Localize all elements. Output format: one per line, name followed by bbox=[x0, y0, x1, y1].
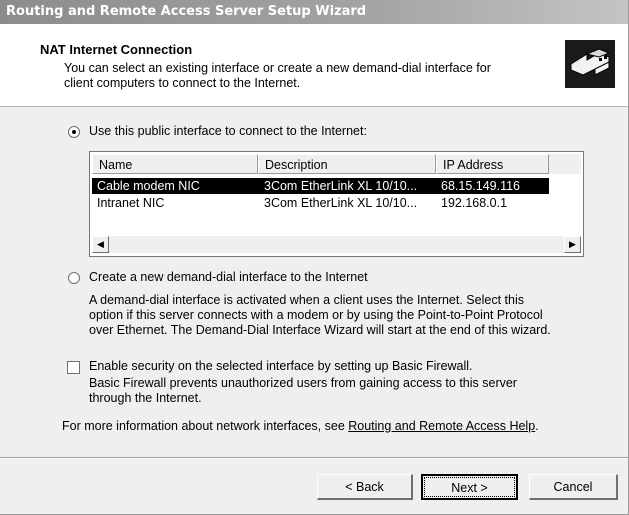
use-public-interface-radio[interactable] bbox=[68, 126, 80, 138]
back-button[interactable]: < Back bbox=[317, 474, 413, 500]
firewall-description-line2: through the Internet. bbox=[89, 391, 202, 405]
page-subtitle-line1: You can select an existing interface or … bbox=[64, 61, 491, 75]
scroll-right-icon[interactable]: ▶ bbox=[564, 236, 581, 253]
window-title: Routing and Remote Access Server Setup W… bbox=[6, 4, 367, 19]
interface-name: Intranet NIC bbox=[97, 196, 165, 210]
demand-dial-description-line1: A demand-dial interface is activated whe… bbox=[89, 293, 524, 307]
interface-list[interactable]: Name Description IP Address Cable modem … bbox=[89, 151, 584, 257]
title-bar[interactable]: Routing and Remote Access Server Setup W… bbox=[0, 0, 628, 24]
demand-dial-description-line2: option if this server connects with a mo… bbox=[89, 308, 543, 322]
more-info-text: For more information about network inter… bbox=[62, 419, 539, 433]
enable-basic-firewall-label[interactable]: Enable security on the selected interfac… bbox=[89, 359, 473, 373]
button-separator bbox=[0, 457, 628, 459]
enable-basic-firewall-checkbox[interactable] bbox=[67, 361, 80, 374]
column-header-description[interactable]: Description bbox=[258, 154, 436, 174]
interface-row-intranet[interactable]: Intranet NIC 3Com EtherLink XL 10/10... … bbox=[92, 195, 549, 211]
interface-description: 3Com EtherLink XL 10/10... bbox=[264, 196, 418, 210]
firewall-description: Basic Firewall prevents unauthorized use… bbox=[89, 376, 609, 406]
wizard-header: NAT Internet Connection You can select a… bbox=[0, 24, 628, 107]
interface-name: Cable modem NIC bbox=[97, 179, 200, 193]
demand-dial-description-line3: over Ethernet. The Demand-Dial Interface… bbox=[89, 323, 551, 337]
next-button[interactable]: Next > bbox=[421, 474, 518, 500]
page-subtitle-line2: client computers to connect to the Inter… bbox=[64, 76, 301, 90]
network-connection-icon bbox=[565, 40, 615, 88]
interface-ip: 192.168.0.1 bbox=[441, 196, 508, 210]
cancel-button[interactable]: Cancel bbox=[529, 474, 618, 500]
firewall-description-line1: Basic Firewall prevents unauthorized use… bbox=[89, 376, 517, 390]
wizard-window: Routing and Remote Access Server Setup W… bbox=[0, 0, 629, 515]
column-header-ip-address[interactable]: IP Address bbox=[436, 154, 549, 174]
routing-help-link[interactable]: Routing and Remote Access Help bbox=[348, 419, 535, 433]
interface-description: 3Com EtherLink XL 10/10... bbox=[264, 179, 418, 193]
scroll-left-icon[interactable]: ◀ bbox=[92, 236, 109, 253]
create-demand-dial-radio[interactable] bbox=[68, 272, 80, 284]
interface-list-header: Name Description IP Address bbox=[92, 154, 581, 174]
demand-dial-description: A demand-dial interface is activated whe… bbox=[89, 293, 609, 338]
create-demand-dial-label[interactable]: Create a new demand-dial interface to th… bbox=[89, 270, 368, 284]
column-header-name[interactable]: Name bbox=[92, 154, 258, 174]
more-info-suffix: . bbox=[535, 419, 539, 433]
more-info-prefix: For more information about network inter… bbox=[62, 419, 349, 433]
horizontal-scrollbar[interactable]: ◀ ▶ bbox=[92, 236, 581, 253]
page-subtitle: You can select an existing interface or … bbox=[64, 61, 534, 91]
page-title: NAT Internet Connection bbox=[40, 42, 193, 57]
interface-row-cable-modem[interactable]: Cable modem NIC 3Com EtherLink XL 10/10.… bbox=[92, 178, 549, 194]
use-public-interface-label[interactable]: Use this public interface to connect to … bbox=[89, 124, 367, 138]
interface-ip: 68.15.149.116 bbox=[441, 179, 521, 193]
